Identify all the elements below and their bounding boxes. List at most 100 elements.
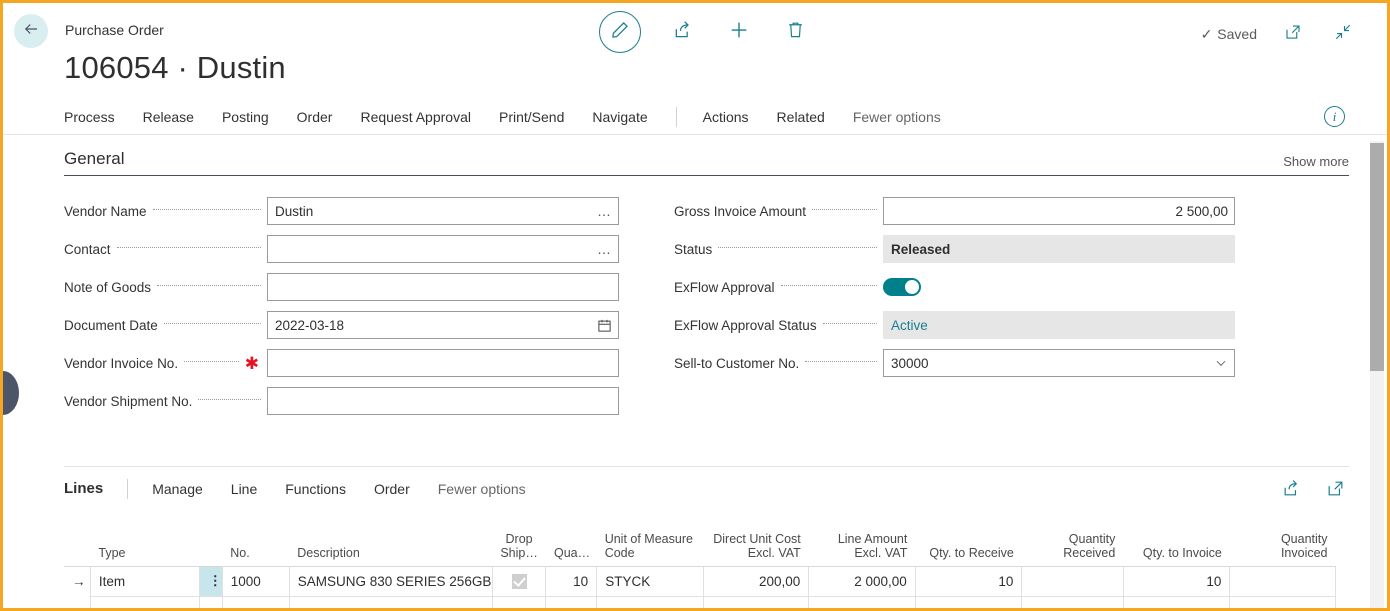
column-header-no[interactable]: No. xyxy=(222,510,289,566)
cell-type[interactable]: Item xyxy=(90,566,200,596)
column-header-description[interactable]: Description xyxy=(289,510,492,566)
back-button[interactable] xyxy=(14,14,48,48)
label-dots xyxy=(164,323,261,324)
info-icon[interactable]: i xyxy=(1324,106,1345,127)
field-document-date: Document Date 2022-03-18 xyxy=(64,306,619,344)
header-status-actions: ✓ Saved xyxy=(1201,20,1357,48)
purchase-lines-table: Type No. Description Drop Ship… Qua… Uni… xyxy=(64,510,1336,611)
cell-qty-to-receive[interactable]: 10 xyxy=(915,566,1022,596)
exflow-approval-toggle[interactable] xyxy=(883,278,921,296)
plus-add-icon xyxy=(728,19,750,46)
lines-share-button[interactable] xyxy=(1277,477,1305,505)
required-indicator: ✱ xyxy=(245,355,259,372)
breadcrumb[interactable]: Purchase Order xyxy=(65,22,164,38)
cell-unit-of-measure-code[interactable]: STYCK xyxy=(597,566,704,596)
cell-quantity[interactable] xyxy=(546,596,597,611)
cell-direct-unit-cost[interactable] xyxy=(703,596,809,611)
cell-drop-shipment[interactable] xyxy=(492,596,546,611)
open-in-new-window-button[interactable] xyxy=(1279,20,1307,48)
field-value: 2022-03-18 xyxy=(275,318,597,333)
add-button[interactable] xyxy=(725,18,753,46)
menu-item-process[interactable]: Process xyxy=(64,109,115,125)
menu-item-order[interactable]: Order xyxy=(297,109,333,125)
menu-item-posting[interactable]: Posting xyxy=(222,109,269,125)
lines-menu-line[interactable]: Line xyxy=(231,481,257,497)
column-header-qty-to-receive[interactable]: Qty. to Receive xyxy=(915,510,1022,566)
table-row[interactable]: → Item ⋮ 1000 SAMSUNG 830 SERIES 256GB .… xyxy=(64,566,1336,596)
lines-expand-button[interactable] xyxy=(1321,477,1349,505)
gross-invoice-amount-input[interactable]: 2 500,00 xyxy=(883,197,1235,225)
column-header-direct-unit-cost[interactable]: Direct Unit Cost Excl. VAT xyxy=(703,510,809,566)
column-header-quantity-invoiced[interactable]: Quantity Invoiced xyxy=(1230,510,1336,566)
menu-item-request-approval[interactable]: Request Approval xyxy=(360,109,471,125)
delete-button[interactable] xyxy=(781,18,809,46)
share-button[interactable] xyxy=(669,18,697,46)
general-section-title: General xyxy=(64,149,124,169)
lookup-ellipsis-icon[interactable]: … xyxy=(597,241,612,257)
note-of-goods-input[interactable] xyxy=(267,273,619,301)
lines-title: Lines xyxy=(64,480,103,497)
menu-item-release[interactable]: Release xyxy=(143,109,194,125)
cell-quantity-received[interactable] xyxy=(1022,566,1123,596)
cell-quantity[interactable]: 10 xyxy=(546,566,597,596)
cell-quantity-invoiced[interactable] xyxy=(1230,596,1336,611)
calendar-icon[interactable] xyxy=(597,318,612,333)
lines-menu-manage[interactable]: Manage xyxy=(152,481,203,497)
column-header-quantity-received[interactable]: Quantity Received xyxy=(1022,510,1123,566)
chevron-down-icon[interactable] xyxy=(1214,356,1228,370)
field-label: Status xyxy=(674,242,712,257)
cell-description[interactable]: SAMSUNG 830 SERIES 256GB ... xyxy=(289,566,492,596)
table-row-empty[interactable] xyxy=(64,596,1336,611)
menu-item-fewer-options[interactable]: Fewer options xyxy=(853,109,941,125)
cell-qty-to-invoice[interactable]: 10 xyxy=(1123,566,1230,596)
vendor-invoice-no-input[interactable] xyxy=(267,349,619,377)
field-label: Sell-to Customer No. xyxy=(674,356,799,371)
edit-button[interactable] xyxy=(599,11,641,53)
menu-item-related[interactable]: Related xyxy=(777,109,825,125)
vendor-shipment-no-input[interactable] xyxy=(267,387,619,415)
lines-toolbar-icons xyxy=(1277,477,1349,505)
lookup-ellipsis-icon[interactable]: … xyxy=(597,203,612,219)
lines-menu-order[interactable]: Order xyxy=(374,481,410,497)
lines-menu-fewer-options[interactable]: Fewer options xyxy=(438,481,526,497)
cell-line-amount[interactable] xyxy=(809,596,916,611)
cell-no[interactable] xyxy=(222,596,289,611)
show-more-link[interactable]: Show more xyxy=(1283,154,1349,169)
column-header-qty-to-invoice[interactable]: Qty. to Invoice xyxy=(1123,510,1230,566)
cell-no[interactable]: 1000 xyxy=(222,566,289,596)
sell-to-customer-no-select[interactable]: 30000 xyxy=(883,349,1235,377)
cell-description[interactable] xyxy=(289,596,492,611)
document-date-input[interactable]: 2022-03-18 xyxy=(267,311,619,339)
column-header-quantity[interactable]: Qua… xyxy=(546,510,597,566)
cell-drop-shipment[interactable] xyxy=(492,566,546,596)
column-header-unit-of-measure-code[interactable]: Unit of Measure Code xyxy=(597,510,704,566)
field-gross-invoice-amount: Gross Invoice Amount 2 500,00 xyxy=(674,192,1235,230)
collapse-button[interactable] xyxy=(1329,20,1357,48)
lines-menu-functions[interactable]: Functions xyxy=(285,481,346,497)
cell-rowmenu[interactable] xyxy=(200,596,222,611)
menu-item-navigate[interactable]: Navigate xyxy=(592,109,647,125)
cell-quantity-invoiced[interactable] xyxy=(1230,566,1336,596)
cell-type[interactable] xyxy=(90,596,200,611)
checkbox-checked-icon[interactable] xyxy=(512,574,527,589)
field-label: ExFlow Approval xyxy=(674,280,775,295)
cell-qty-to-receive[interactable] xyxy=(915,596,1022,611)
column-header-type[interactable]: Type xyxy=(90,510,200,566)
row-menu-icon[interactable]: ⋮ xyxy=(200,566,222,596)
collapse-diagonal-icon xyxy=(1334,23,1352,46)
label-dots xyxy=(718,247,877,248)
cell-qty-to-invoice[interactable] xyxy=(1123,596,1230,611)
menu-item-actions[interactable]: Actions xyxy=(703,109,749,125)
column-header-drop-shipment[interactable]: Drop Ship… xyxy=(492,510,546,566)
contact-input[interactable]: … xyxy=(267,235,619,263)
field-sell-to-customer-no: Sell-to Customer No. 30000 xyxy=(674,344,1235,382)
status-badge: ✓ Saved xyxy=(1201,26,1257,43)
cell-line-amount[interactable]: 2 000,00 xyxy=(809,566,916,596)
cell-direct-unit-cost[interactable]: 200,00 xyxy=(703,566,809,596)
menu-item-print-send[interactable]: Print/Send xyxy=(499,109,564,125)
vendor-name-input[interactable]: Dustin … xyxy=(267,197,619,225)
cell-quantity-received[interactable] xyxy=(1022,596,1123,611)
label-dots xyxy=(153,209,261,210)
cell-unit-of-measure-code[interactable] xyxy=(597,596,704,611)
column-header-line-amount[interactable]: Line Amount Excl. VAT xyxy=(809,510,916,566)
